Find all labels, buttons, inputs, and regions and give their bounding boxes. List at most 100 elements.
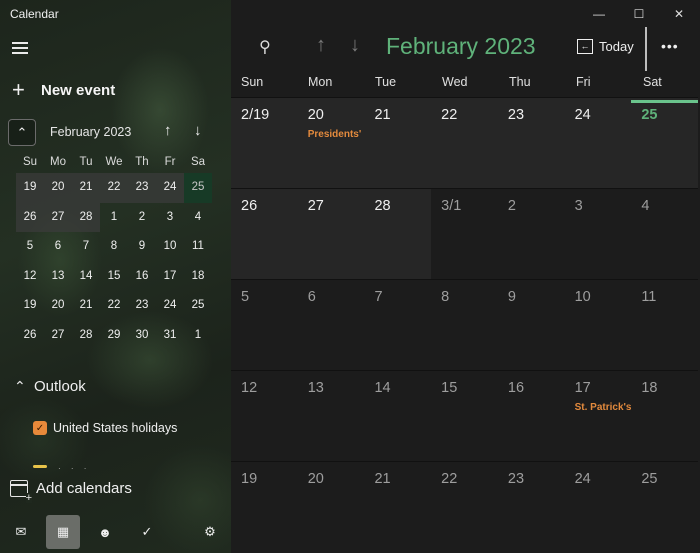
checkbox-checked-icon[interactable]: ✓ <box>33 421 47 435</box>
day-cell[interactable]: 7 <box>364 280 432 370</box>
mini-day[interactable]: 31 <box>156 321 184 351</box>
minimize-button[interactable]: — <box>579 3 619 25</box>
mini-day[interactable]: 26 <box>16 202 44 232</box>
mini-day[interactable]: 24 <box>156 291 184 321</box>
day-cell[interactable]: 23 <box>497 462 565 552</box>
outlook-account-toggle[interactable]: ⌃ Outlook <box>14 378 86 395</box>
mini-day[interactable]: 20 <box>44 173 72 203</box>
mini-day[interactable]: 6 <box>44 232 72 262</box>
day-cell[interactable]: 24 <box>564 98 632 188</box>
day-cell[interactable]: 13 <box>297 371 365 461</box>
day-cell[interactable]: 24 <box>564 462 632 552</box>
day-cell[interactable]: 20 Presidents' Day <box>297 98 365 188</box>
day-cell[interactable]: 10 <box>564 280 632 370</box>
maximize-button[interactable]: ☐ <box>619 3 659 25</box>
day-cell[interactable]: 26 <box>231 189 298 279</box>
day-cell[interactable]: 25 <box>631 462 699 552</box>
day-cell[interactable]: 4 <box>631 189 699 279</box>
mini-day[interactable]: 22 <box>100 291 128 321</box>
mini-day[interactable]: 20 <box>44 291 72 321</box>
gear-icon[interactable]: ⚙ <box>193 515 227 549</box>
mini-day[interactable]: 7 <box>72 232 100 262</box>
day-cell[interactable]: 27 <box>297 189 365 279</box>
day-cell[interactable]: 3 <box>564 189 632 279</box>
hamburger-menu-icon[interactable] <box>12 42 28 54</box>
mini-day[interactable]: 27 <box>44 321 72 351</box>
event-item[interactable]: Presidents' Day <box>308 129 364 140</box>
mini-day[interactable]: 24 <box>156 173 184 203</box>
today-button[interactable]: ← Today <box>577 39 634 54</box>
mini-day[interactable]: 10 <box>156 232 184 262</box>
day-cell[interactable]: 9 <box>497 280 565 370</box>
mini-day[interactable]: 21 <box>72 173 100 203</box>
mini-day[interactable]: 26 <box>16 321 44 351</box>
day-cell[interactable]: 16 <box>497 371 565 461</box>
todo-check-icon[interactable]: ✓ <box>130 515 164 549</box>
new-event-button[interactable]: + New event <box>12 79 115 101</box>
mini-day[interactable]: 19 <box>16 173 44 203</box>
mini-day[interactable]: 12 <box>16 262 44 292</box>
mini-day[interactable]: 11 <box>184 232 212 262</box>
mini-calendar-month[interactable]: February 2023 <box>50 125 131 139</box>
mini-day[interactable]: 22 <box>100 173 128 203</box>
mini-day[interactable]: 18 <box>184 262 212 292</box>
day-cell[interactable]: 17 St. Patrick's Day <box>564 371 632 461</box>
day-cell[interactable]: 11 <box>631 280 699 370</box>
mini-day[interactable]: 2 <box>128 203 156 233</box>
day-cell[interactable]: 6 <box>297 280 365 370</box>
day-cell[interactable]: 28 <box>364 189 432 279</box>
event-item[interactable]: St. Patrick's Day <box>575 402 631 413</box>
mini-day[interactable]: 17 <box>156 262 184 292</box>
day-cell-today[interactable]: 25 <box>631 98 699 188</box>
day-cell[interactable]: 20 <box>297 462 365 552</box>
month-title[interactable]: February 2023 <box>386 33 536 60</box>
day-cell[interactable]: 19 <box>231 462 298 552</box>
calendar-item-color-swatch[interactable] <box>33 465 47 468</box>
mini-day[interactable]: 25 <box>184 173 212 203</box>
mini-day[interactable]: 1 <box>100 203 128 233</box>
day-cell[interactable]: 5 <box>231 280 298 370</box>
day-cell[interactable]: 15 <box>431 371 498 461</box>
day-cell[interactable]: 3/1 <box>431 189 498 279</box>
day-cell[interactable]: 8 <box>431 280 498 370</box>
mini-day[interactable]: 9 <box>128 232 156 262</box>
mini-day[interactable]: 21 <box>72 291 100 321</box>
mini-day[interactable]: 29 <box>100 321 128 351</box>
mini-day[interactable]: 30 <box>128 321 156 351</box>
more-options-icon[interactable]: ••• <box>661 38 679 54</box>
mini-day[interactable]: 25 <box>184 291 212 321</box>
mini-day[interactable]: 15 <box>100 262 128 292</box>
close-button[interactable]: ✕ <box>659 3 699 25</box>
mini-prev-month-arrow-icon[interactable]: ↑ <box>164 122 172 139</box>
prev-month-arrow-icon[interactable]: ↑ <box>316 34 326 57</box>
mini-next-month-arrow-icon[interactable]: ↓ <box>194 122 202 139</box>
mini-day[interactable]: 28 <box>72 202 100 232</box>
mini-day[interactable]: 16 <box>128 262 156 292</box>
mini-day[interactable]: 14 <box>72 262 100 292</box>
mini-day[interactable]: 5 <box>16 232 44 262</box>
day-cell[interactable]: 14 <box>364 371 432 461</box>
collapse-mini-calendar-button[interactable]: ⌃ <box>8 119 36 146</box>
day-cell[interactable]: 21 <box>364 98 432 188</box>
day-cell[interactable]: 21 <box>364 462 432 552</box>
day-cell[interactable]: 22 <box>431 98 498 188</box>
mini-day[interactable]: 27 <box>44 202 72 232</box>
mini-day[interactable]: 3 <box>156 203 184 233</box>
mini-day[interactable]: 13 <box>44 262 72 292</box>
day-cell[interactable]: 22 <box>431 462 498 552</box>
mail-icon[interactable]: ✉ <box>4 515 38 549</box>
mini-day[interactable]: 28 <box>72 321 100 351</box>
search-icon[interactable]: ⚲ <box>259 37 271 57</box>
mini-day[interactable]: 23 <box>128 173 156 203</box>
mini-day[interactable]: 8 <box>100 232 128 262</box>
mini-day[interactable]: 23 <box>128 291 156 321</box>
calendar-icon[interactable]: ▦ <box>46 515 80 549</box>
day-cell[interactable]: 2/19 <box>231 98 298 188</box>
day-cell[interactable]: 2 <box>497 189 565 279</box>
people-icon[interactable]: ☻ <box>88 515 122 549</box>
day-cell[interactable]: 18 <box>631 371 699 461</box>
mini-day[interactable]: 4 <box>184 203 212 233</box>
add-calendars-button[interactable]: Add calendars <box>10 480 132 503</box>
calendar-item-us-holidays[interactable]: ✓ United States holidays <box>33 421 177 435</box>
day-cell[interactable]: 12 <box>231 371 298 461</box>
